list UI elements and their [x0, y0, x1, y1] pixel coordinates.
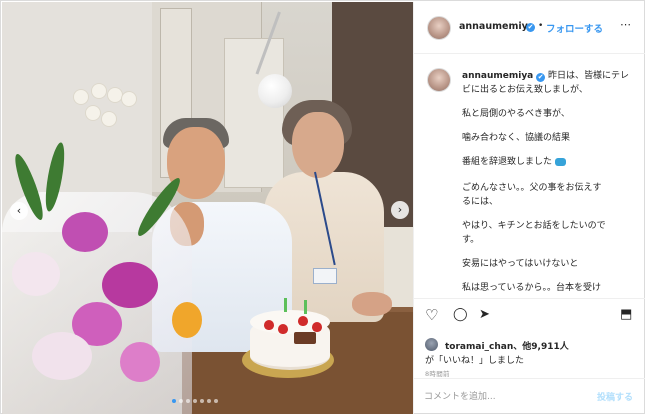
likes-count[interactable]: 、他9,911人	[513, 342, 568, 352]
likes-text: が「いいね！」しました	[425, 356, 525, 366]
candle	[304, 300, 307, 314]
orchid-white	[122, 92, 136, 106]
carousel-prev-button[interactable]: ‹	[10, 202, 28, 220]
caption-text: す。	[462, 235, 480, 245]
candle	[284, 298, 287, 312]
carousel-dot	[172, 399, 176, 403]
strawberry	[298, 316, 308, 326]
woman-hand	[352, 292, 392, 316]
caption-text: やはり、キチンとお話をしたいので	[462, 221, 606, 231]
carousel-dot	[186, 399, 190, 403]
caption-text: るには、	[462, 197, 499, 207]
orchid-white	[102, 112, 116, 126]
orchid-white	[86, 106, 100, 120]
strawberry	[264, 320, 274, 330]
carousel-dot	[200, 399, 204, 403]
caption-text: 番組を辞退致しました	[462, 157, 553, 167]
orchid-purple	[102, 262, 158, 308]
separator-dot: •	[538, 21, 544, 31]
orchid-white	[92, 84, 106, 98]
id-badge	[313, 268, 337, 284]
caption-text: 私は思っているから。。台本を受け	[462, 283, 602, 293]
medical-panel	[224, 38, 284, 188]
caption-text: ビに出るとお伝え致しましが、	[462, 85, 588, 95]
caption-username[interactable]: annaumemiya	[462, 71, 533, 81]
orchid-purple	[62, 212, 108, 252]
strawberry	[278, 324, 288, 334]
orchid-white	[108, 88, 122, 102]
caption-first-line: annaumemiya ✔ 昨日は、皆様にテレ	[462, 69, 640, 83]
orchid-purple	[120, 342, 160, 382]
instagram-embed: ‹ › annaumemiya ✔ • フォローする ⋯ annaumemiya…	[0, 0, 645, 414]
share-icon[interactable]: ➤	[479, 305, 490, 325]
post-photo[interactable]: ‹ ›	[2, 2, 413, 414]
action-bar: ♡ ◯ ➤ ⬒	[414, 298, 645, 328]
caption-text: 噛み合わなく、協議の結果	[462, 133, 571, 143]
post-timestamp[interactable]: 8時間前	[425, 368, 450, 378]
post-comment-button[interactable]: 投稿する	[597, 390, 633, 403]
orchid-white	[12, 252, 60, 296]
comment-bar: 投稿する	[414, 378, 645, 414]
caption: annaumemiya ✔ 昨日は、皆様にテレ ビに出るとお伝え致しましが、 私…	[414, 55, 645, 296]
carousel-dot	[207, 399, 211, 403]
orchid-white	[32, 332, 92, 380]
carousel-indicator	[172, 399, 218, 403]
verified-badge-icon: ✔	[536, 73, 546, 82]
save-bookmark-icon[interactable]: ⬒	[620, 305, 632, 325]
verified-badge-icon: ✔	[526, 23, 535, 32]
comment-icon[interactable]: ◯	[453, 305, 468, 325]
lamp	[258, 74, 292, 108]
orchid-white	[74, 90, 88, 104]
cake-plaque	[294, 332, 316, 344]
caption-text: 昨日は、皆様にテレ	[548, 71, 630, 81]
likes-summary: toramai_chan、他9,911人	[445, 339, 569, 352]
heart-icon[interactable]: ♡	[425, 305, 438, 325]
orchid-orange	[172, 302, 202, 338]
caption-avatar[interactable]	[427, 68, 451, 92]
follow-button[interactable]: フォローする	[546, 21, 603, 35]
caption-text: ごめんなさい。。父の事をお伝えす	[462, 183, 602, 193]
carousel-next-button[interactable]: ›	[391, 201, 409, 219]
liker-username[interactable]: toramai_chan	[445, 342, 513, 352]
caption-text: 私と局側のやるべき事が、	[462, 109, 570, 119]
post-sidebar: annaumemiya ✔ • フォローする ⋯ annaumemiya ✔ 昨…	[413, 2, 645, 414]
carousel-dot	[214, 399, 218, 403]
carousel-dot	[193, 399, 197, 403]
header-username[interactable]: annaumemiya	[459, 21, 534, 32]
woman-face	[292, 112, 344, 178]
comment-input[interactable]	[424, 389, 584, 405]
more-options-icon[interactable]: ⋯	[620, 18, 632, 31]
caption-line-with-emoji: 番組を辞退致しました	[462, 155, 640, 169]
liker-avatar[interactable]	[425, 338, 438, 351]
bubbles-emoji-icon	[554, 157, 566, 166]
profile-avatar[interactable]	[427, 16, 451, 40]
caption-text: 安易にはやってはいけないと	[462, 259, 579, 269]
post-header: annaumemiya ✔ • フォローする ⋯	[414, 2, 645, 54]
carousel-dot	[179, 399, 183, 403]
flower-bouquet	[2, 141, 202, 414]
strawberry	[312, 322, 322, 332]
